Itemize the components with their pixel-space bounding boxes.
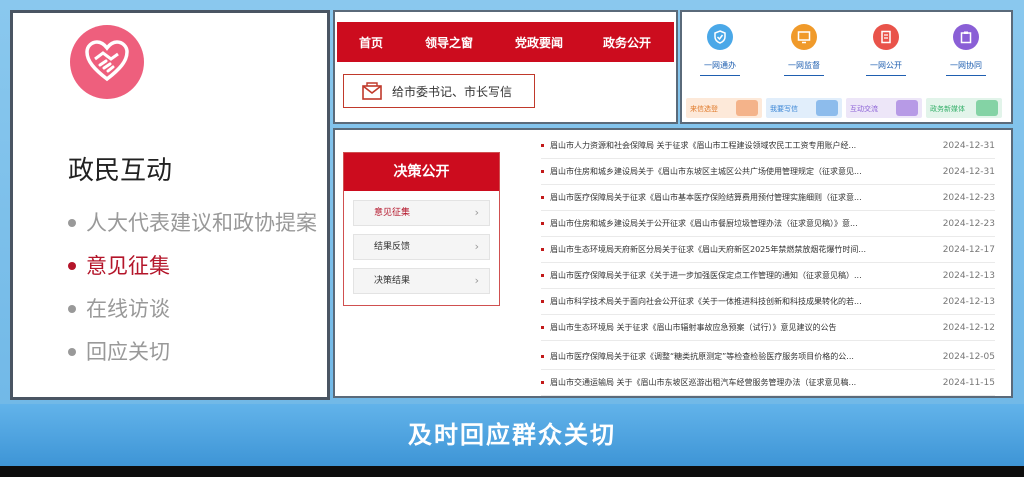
bullet-dot-icon — [68, 305, 76, 313]
question-icon — [896, 100, 918, 116]
news-row[interactable]: 眉山市住房和城乡建设局关于《眉山市东坡区主城区公共广场使用管理规定（征求意见..… — [541, 159, 995, 185]
mail-icon — [816, 100, 838, 116]
page-title: 政民互动 — [68, 156, 173, 186]
left-panel: 政民互动 人大代表建议和政协提案 意见征集 在线访谈 回应关切 — [10, 10, 330, 400]
quick-links-panel: 一网通办 一网监督 一网公开 一网协同 来信选登 我要写信 互动交流 政务新媒体 — [680, 10, 1013, 124]
news-row[interactable]: 眉山市生态环境局 关于征求《眉山市辐射事故应急预案（试行）》意见建议的公告 202… — [541, 315, 995, 341]
media-play-icon — [976, 100, 998, 116]
bullet-icon — [541, 300, 544, 303]
news-row[interactable]: 眉山市交通运输局 关于《眉山市东坡区巡游出租汽车经营服务管理办法（征求意见稿..… — [541, 370, 995, 396]
news-row[interactable]: 眉山市住房和城乡建设局关于公开征求《眉山市餐厨垃圾管理办法（征求意见稿）》意..… — [541, 211, 995, 237]
caption-text: 及时回应群众关切 — [408, 421, 616, 449]
quick-link-supervise[interactable]: 一网监督 — [774, 24, 834, 76]
shield-check-icon — [707, 24, 733, 50]
bullet-icon — [541, 248, 544, 251]
quick-link-open[interactable]: 一网公开 — [856, 24, 916, 76]
news-row[interactable]: 眉山市生态环境局天府新区分局关于征求《眉山天府新区2025年禁燃禁放烟花爆竹时间… — [541, 237, 995, 263]
letters-icon — [736, 100, 758, 116]
tile-letter-selection[interactable]: 来信选登 — [686, 98, 762, 118]
bullet-dot-icon — [68, 262, 76, 270]
chevron-right-icon: › — [474, 274, 479, 287]
quick-link-one-stop[interactable]: 一网通办 — [690, 24, 750, 76]
nav-item-home[interactable]: 首页 — [359, 34, 383, 51]
top-nav-panel: 首页 领导之窗 党政要闻 政务公开 给市委书记、市长写信 — [333, 10, 678, 124]
decision-item-result[interactable]: 决策结果 › — [353, 268, 490, 294]
nav-item-gov-open[interactable]: 政务公开 — [603, 34, 651, 51]
left-menu-item-online-interview[interactable]: 在线访谈 — [68, 296, 317, 339]
chevron-right-icon: › — [474, 206, 479, 219]
left-menu-item-opinion-collection[interactable]: 意见征集 — [68, 253, 317, 296]
bullet-icon — [541, 222, 544, 225]
caption-banner: 及时回应群众关切 — [0, 404, 1024, 466]
decision-open-title: 决策公开 — [344, 153, 499, 191]
bullet-icon — [541, 196, 544, 199]
left-menu-item-response[interactable]: 回应关切 — [68, 339, 317, 382]
news-row[interactable]: 眉山市医疗保障局关于征求《眉山市基本医疗保险结算费用预付管理实施细则（征求意..… — [541, 185, 995, 211]
nav-bar: 首页 领导之窗 党政要闻 政务公开 — [337, 22, 674, 62]
bullet-icon — [541, 326, 544, 329]
decision-open-box: 决策公开 意见征集 › 结果反馈 › 决策结果 › — [343, 152, 500, 306]
chevron-right-icon: › — [474, 240, 479, 253]
decision-item-feedback[interactable]: 结果反馈 › — [353, 234, 490, 260]
tile-new-media[interactable]: 政务新媒体 — [926, 98, 1002, 118]
news-row[interactable]: 眉山市科学技术局关于面向社会公开征求《关于一体推进科技创新和科技成果转化的若..… — [541, 289, 995, 315]
tile-interaction[interactable]: 互动交流 — [846, 98, 922, 118]
write-letter-label: 给市委书记、市长写信 — [392, 84, 513, 99]
main-panel: 决策公开 意见征集 › 结果反馈 › 决策结果 › 眉山市人力资源和社会保障局 关于征… — [333, 128, 1013, 398]
news-row[interactable]: 眉山市人力资源和社会保障局 关于征求《眉山市工程建设领域农民工工资专用账户经..… — [541, 133, 995, 159]
quick-link-collab[interactable]: 一网协同 — [936, 24, 996, 76]
left-menu-item-proposals[interactable]: 人大代表建议和政协提案 — [68, 210, 317, 253]
bottom-bar — [0, 466, 1024, 477]
logo-heart-handshake-icon — [70, 25, 144, 99]
bullet-dot-icon — [68, 219, 76, 227]
bullet-dot-icon — [68, 348, 76, 356]
clipboard-icon — [953, 24, 979, 50]
bullet-icon — [541, 355, 544, 358]
write-letter-button[interactable]: 给市委书记、市长写信 — [343, 74, 535, 108]
document-icon — [873, 24, 899, 50]
bullet-icon — [541, 144, 544, 147]
decision-item-opinion[interactable]: 意见征集 › — [353, 200, 490, 226]
tile-write-letter[interactable]: 我要写信 — [766, 98, 842, 118]
envelope-icon — [362, 82, 382, 100]
news-row[interactable]: 眉山市医疗保障局关于征求《调整“糖类抗原测定”等检查检验医疗服务项目价格的公..… — [541, 344, 995, 370]
bullet-icon — [541, 170, 544, 173]
bullet-icon — [541, 381, 544, 384]
nav-item-leaders[interactable]: 领导之窗 — [425, 34, 473, 51]
news-row[interactable]: 眉山市医疗保障局关于征求《关于进一步加强医保定点工作管理的通知（征求意见稿）..… — [541, 263, 995, 289]
nav-item-news[interactable]: 党政要闻 — [515, 34, 563, 51]
monitor-icon — [791, 24, 817, 50]
left-menu: 人大代表建议和政协提案 意见征集 在线访谈 回应关切 — [68, 210, 317, 382]
bullet-icon — [541, 274, 544, 277]
